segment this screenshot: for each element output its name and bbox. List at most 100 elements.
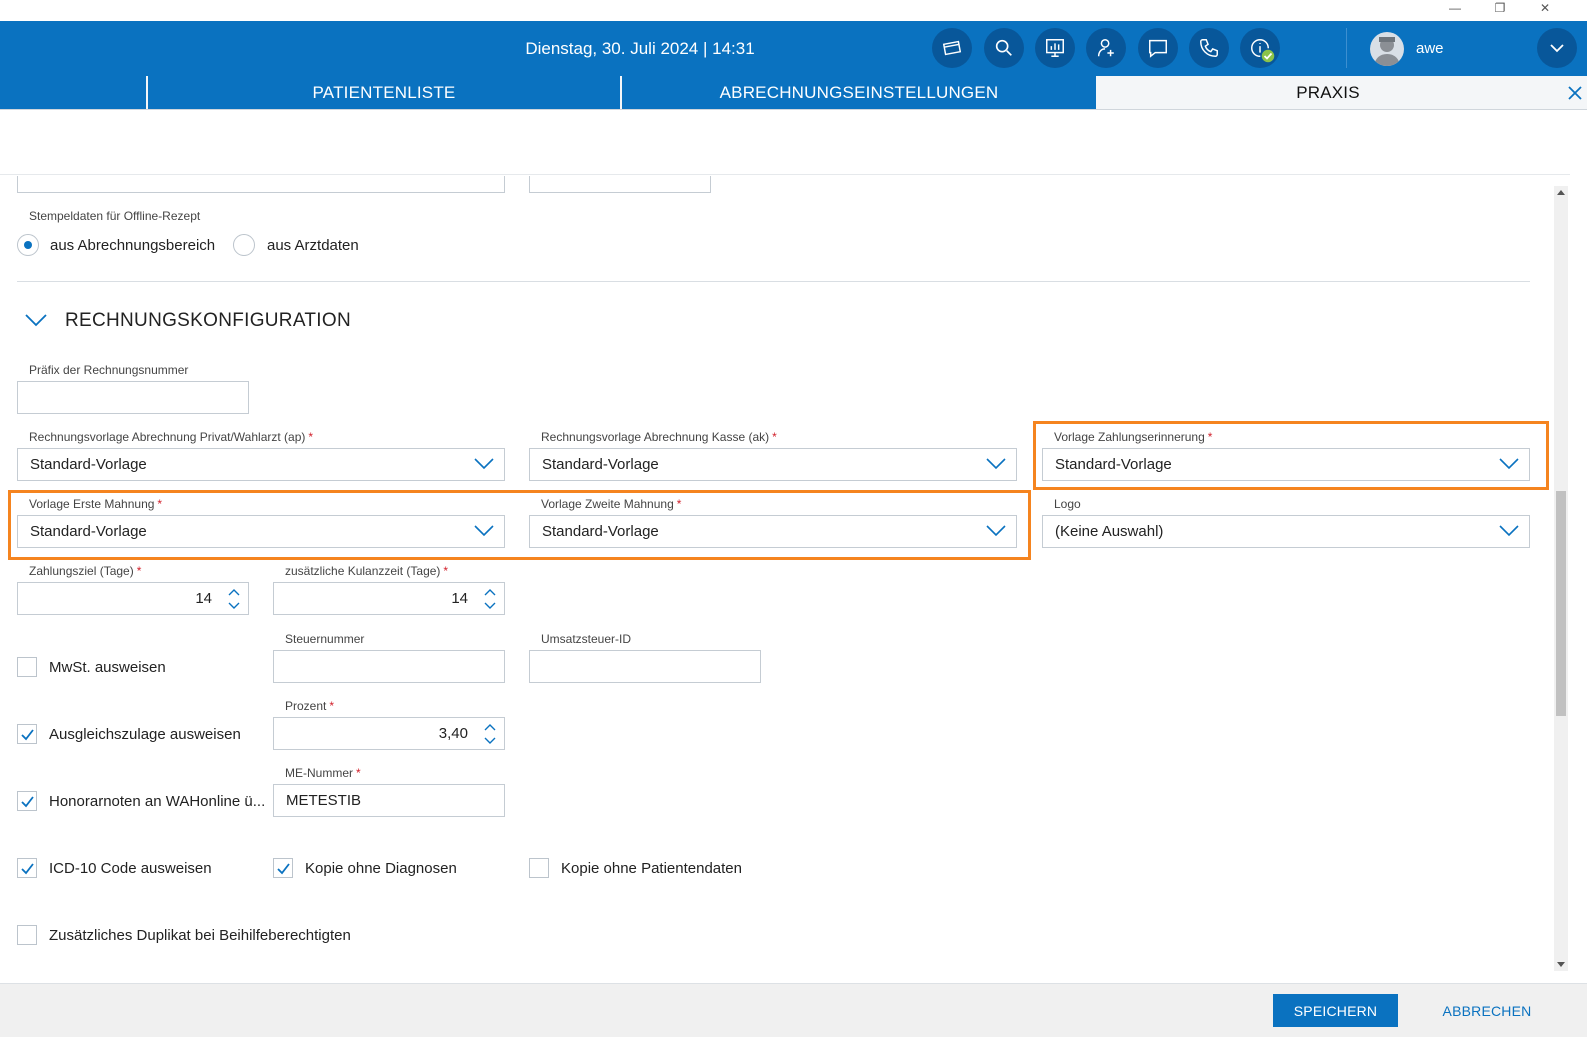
radio-aus-abrechnungsbereich[interactable] <box>17 234 39 256</box>
grace-period-stepper[interactable]: 14 <box>273 582 505 615</box>
card-icon <box>942 40 962 56</box>
stamp-label: Stempeldaten für Offline-Rezept <box>29 209 201 223</box>
spinner-arrows-icon[interactable] <box>484 722 496 746</box>
add-person-icon <box>1097 39 1114 57</box>
tab-close-icon[interactable] <box>1566 84 1584 102</box>
tab-bar: PATIENTENLISTE ABRECHNUNGSEINSTELLUNGEN … <box>0 76 1587 110</box>
chat-icon <box>1149 39 1167 58</box>
chevron-down-icon <box>474 525 494 537</box>
section-divider <box>17 281 1530 282</box>
grace-period-label: zusätzliche Kulanzzeit (Tage) * <box>285 564 449 578</box>
chevron-down-icon <box>1550 44 1564 53</box>
chevron-down-icon <box>1499 525 1519 537</box>
extra-duplicate-label[interactable]: Zusätzliches Duplikat bei Beihilfeberech… <box>49 927 351 944</box>
header-datetime: Dienstag, 30. Juli 2024 | 14:31 <box>525 39 755 58</box>
template-kasse-select[interactable]: Standard-Vorlage <box>529 448 1017 481</box>
checkmark-icon <box>21 796 34 808</box>
chart-button[interactable] <box>1035 28 1075 68</box>
chat-button[interactable] <box>1138 28 1178 68</box>
spinner-arrows-icon[interactable] <box>484 587 496 611</box>
prefix-input[interactable] <box>17 381 249 414</box>
chevron-down-icon <box>986 458 1006 470</box>
scroll-down-arrow-icon[interactable] <box>1557 962 1565 967</box>
chevron-down-icon <box>986 525 1006 537</box>
show-vat-label[interactable]: MwSt. ausweisen <box>49 659 166 676</box>
prefix-label: Präfix der Rechnungsnummer <box>29 363 189 377</box>
spinner-arrows-icon[interactable] <box>228 587 240 611</box>
section-title[interactable]: RECHNUNGSKONFIGURATION <box>65 310 351 332</box>
scroll-up-arrow-icon[interactable] <box>1557 190 1565 195</box>
me-number-label: ME-Nummer * <box>285 766 361 780</box>
tax-number-label: Steuernummer <box>285 632 365 646</box>
show-icd10-label[interactable]: ICD-10 Code ausweisen <box>49 860 212 877</box>
fee-notes-label[interactable]: Honorarnoten an WAHonline ü... <box>49 793 265 810</box>
status-ok-icon <box>1260 48 1276 64</box>
window-close-button[interactable]: ✕ <box>1525 0 1565 18</box>
restore-button[interactable]: ❐ <box>1480 0 1520 18</box>
second-dunning-select[interactable]: Standard-Vorlage <box>529 515 1017 548</box>
scrollbar-thumb[interactable] <box>1556 491 1566 716</box>
user-avatar-icon <box>1374 37 1400 66</box>
radio-aus-arztdaten[interactable] <box>233 234 255 256</box>
payment-term-label: Zahlungsziel (Tage) * <box>29 564 142 578</box>
chevron-down-icon[interactable] <box>24 312 48 328</box>
username[interactable]: awe <box>1416 21 1444 76</box>
scrollbar[interactable] <box>1554 186 1568 971</box>
partial-field-right[interactable] <box>529 176 711 193</box>
template-private-select[interactable]: Standard-Vorlage <box>17 448 505 481</box>
percent-stepper[interactable]: 3,40 <box>273 717 505 750</box>
checkmark-icon <box>21 863 34 875</box>
phone-button[interactable] <box>1189 28 1229 68</box>
tab-patientenliste[interactable]: PATIENTENLISTE <box>148 76 620 109</box>
tab-praxis[interactable]: PRAXIS <box>1098 76 1558 109</box>
show-vat-checkbox[interactable] <box>17 657 37 677</box>
vat-id-input[interactable] <box>529 650 761 683</box>
fee-notes-checkbox[interactable] <box>17 791 37 811</box>
template-reminder-label: Vorlage Zahlungserinnerung * <box>1054 430 1213 444</box>
payment-term-stepper[interactable]: 14 <box>17 582 249 615</box>
search-icon <box>995 39 1012 56</box>
partial-field-left[interactable] <box>17 176 505 193</box>
first-dunning-select[interactable]: Standard-Vorlage <box>17 515 505 548</box>
chevron-down-icon <box>474 458 494 470</box>
header-divider <box>1346 28 1347 68</box>
radio-aus-arztdaten-label[interactable]: aus Arztdaten <box>267 237 359 254</box>
me-number-input[interactable]: METESTIB <box>273 784 505 817</box>
copy-no-diagnosis-checkbox[interactable] <box>273 858 293 878</box>
percent-label: Prozent * <box>285 699 335 713</box>
copy-no-patient-checkbox[interactable] <box>529 858 549 878</box>
tax-number-input[interactable] <box>273 650 505 683</box>
tab-abrechnungseinstellungen[interactable]: ABRECHNUNGSEINSTELLUNGEN <box>622 76 1096 109</box>
info-button[interactable] <box>1240 28 1280 68</box>
search-button[interactable] <box>984 28 1024 68</box>
chevron-down-icon <box>1499 458 1519 470</box>
save-button[interactable]: SPEICHERN <box>1273 994 1398 1027</box>
extra-duplicate-checkbox[interactable] <box>17 925 37 945</box>
copy-no-diagnosis-label[interactable]: Kopie ohne Diagnosen <box>305 860 457 877</box>
avatar[interactable] <box>1370 32 1404 66</box>
window-titlebar: — ❐ ✕ <box>0 0 1587 21</box>
settings-form: Stempeldaten für Offline-Rezept aus Abre… <box>0 176 1570 983</box>
second-dunning-label: Vorlage Zweite Mahnung * <box>541 497 682 511</box>
footer-bar: SPEICHERN ABBRECHEN <box>0 983 1587 1037</box>
template-reminder-select[interactable]: Standard-Vorlage <box>1042 448 1530 481</box>
card-button[interactable] <box>932 28 972 68</box>
radio-aus-abrechnungsbereich-label[interactable]: aus Abrechnungsbereich <box>50 237 215 254</box>
add-person-button[interactable] <box>1086 28 1126 68</box>
minimize-button[interactable]: — <box>1435 0 1475 18</box>
checkmark-icon <box>277 863 290 875</box>
user-menu-button[interactable] <box>1537 28 1577 68</box>
show-compensation-checkbox[interactable] <box>17 724 37 744</box>
template-kasse-label: Rechnungsvorlage Abrechnung Kasse (ak) * <box>541 430 777 444</box>
tab-empty[interactable] <box>0 76 146 109</box>
chart-icon <box>1046 39 1064 57</box>
app-header: Dienstag, 30. Juli 2024 | 14:31 awe <box>0 21 1587 76</box>
logo-select[interactable]: (Keine Auswahl) <box>1042 515 1530 548</box>
checkmark-icon <box>21 729 34 741</box>
copy-no-patient-label[interactable]: Kopie ohne Patientendaten <box>561 860 742 877</box>
show-icd10-checkbox[interactable] <box>17 858 37 878</box>
show-compensation-label[interactable]: Ausgleichszulage ausweisen <box>49 726 241 743</box>
cancel-button[interactable]: ABBRECHEN <box>1432 994 1542 1027</box>
phone-icon <box>1200 39 1218 57</box>
first-dunning-label: Vorlage Erste Mahnung * <box>29 497 163 511</box>
